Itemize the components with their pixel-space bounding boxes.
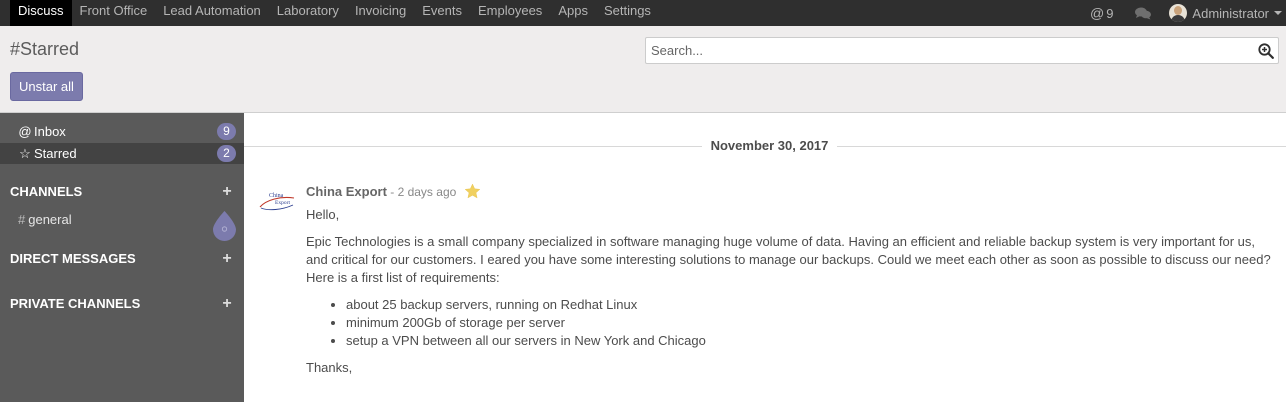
direct-messages-heading: DIRECT MESSAGES +: [10, 250, 234, 268]
star-outline-icon: ☆: [19, 145, 31, 161]
date-separator-label: November 30, 2017: [710, 138, 829, 153]
app-discuss[interactable]: Discuss: [10, 0, 72, 26]
channels-heading-label: CHANNELS: [10, 184, 83, 199]
app-front-office[interactable]: Front Office: [72, 0, 156, 26]
top-navbar: Discuss Front Office Lead Automation Lab…: [0, 0, 1286, 26]
page-title: #Starred: [10, 39, 80, 59]
app-settings[interactable]: Settings: [596, 0, 659, 26]
user-name: Administrator: [1192, 5, 1269, 21]
avatar-logo-text: Export: [275, 200, 290, 206]
search-input[interactable]: [646, 38, 1246, 63]
app-laboratory[interactable]: Laboratory: [269, 0, 347, 26]
control-panel: #Starred Unstar all: [0, 26, 1286, 113]
inbox-count-badge: 9: [217, 123, 236, 140]
list-item: about 25 backup servers, running on Redh…: [346, 296, 1276, 314]
avatar-logo-text: China: [269, 193, 284, 199]
message-greeting: Hello,: [306, 207, 340, 222]
add-private-channel-icon[interactable]: +: [220, 295, 234, 313]
app-apps[interactable]: Apps: [550, 0, 596, 26]
sidebar-item-label: Inbox: [34, 124, 66, 139]
caret-down-icon: [1274, 11, 1282, 15]
discuss-sidebar: @ Inbox 9 ☆ Starred 2 CHANNELS + # genera…: [0, 113, 244, 402]
message-author[interactable]: China Export: [306, 184, 387, 199]
starred-count-badge: 2: [217, 145, 236, 162]
app-lead-automation[interactable]: Lead Automation: [155, 0, 269, 26]
sidebar-item-label: Starred: [34, 146, 77, 161]
at-icon: @: [1089, 5, 1105, 21]
message-thread: November 30, 2017 China Export China Exp…: [244, 113, 1286, 402]
divider: [837, 146, 1286, 147]
unstar-all-button[interactable]: Unstar all: [10, 72, 83, 101]
app-menu: Discuss Front Office Lead Automation Lab…: [0, 0, 659, 26]
channels-heading: CHANNELS +: [10, 183, 234, 201]
comments-icon: [1135, 7, 1152, 19]
app-employees[interactable]: Employees: [470, 0, 550, 26]
list-item: setup a VPN between all our servers in N…: [346, 332, 1276, 350]
search-plus-icon[interactable]: [1258, 43, 1274, 59]
list-item: minimum 200Gb of storage per server: [346, 314, 1276, 332]
search-bar: [645, 37, 1279, 64]
private-channels-heading-label: PRIVATE CHANNELS: [10, 296, 141, 311]
drop-icon: [213, 211, 236, 241]
message-paragraph: Epic Technologies is a small company spe…: [306, 234, 1271, 285]
author-avatar[interactable]: China Export: [258, 187, 296, 213]
message-header: China Export - 2 days ago: [306, 184, 456, 199]
requirements-list: about 25 backup servers, running on Redh…: [306, 296, 1276, 350]
sidebar-item-general[interactable]: # general: [18, 212, 72, 227]
sidebar-item-inbox[interactable]: @ Inbox 9: [0, 121, 244, 142]
app-invoicing[interactable]: Invoicing: [347, 0, 414, 26]
add-channel-icon[interactable]: +: [220, 183, 234, 201]
add-direct-message-icon[interactable]: +: [220, 250, 234, 268]
date-separator: November 30, 2017: [244, 138, 1286, 154]
direct-messages-heading-label: DIRECT MESSAGES: [10, 251, 136, 266]
private-channels-heading: PRIVATE CHANNELS +: [10, 295, 234, 313]
message-separator: -: [386, 185, 398, 199]
at-icon: @: [18, 124, 32, 139]
channel-label: general: [28, 212, 72, 227]
messaging-menu[interactable]: [1123, 0, 1163, 26]
message-date: 2 days ago: [397, 185, 457, 199]
app-events[interactable]: Events: [414, 0, 470, 26]
message-closing: Thanks,: [306, 360, 353, 375]
mentions-indicator[interactable]: @ 9: [1080, 0, 1123, 26]
hash-icon: #: [18, 212, 26, 227]
star-icon[interactable]: [464, 183, 481, 200]
systray: @ 9 Administrator: [1080, 0, 1286, 26]
user-menu[interactable]: Administrator: [1163, 0, 1286, 26]
sidebar-item-starred[interactable]: ☆ Starred 2: [0, 143, 244, 164]
mention-count: 9: [1106, 5, 1114, 21]
divider: [244, 146, 702, 147]
user-avatar: [1169, 4, 1188, 22]
message-body: Hello, Epic Technologies is a small comp…: [306, 206, 1276, 377]
